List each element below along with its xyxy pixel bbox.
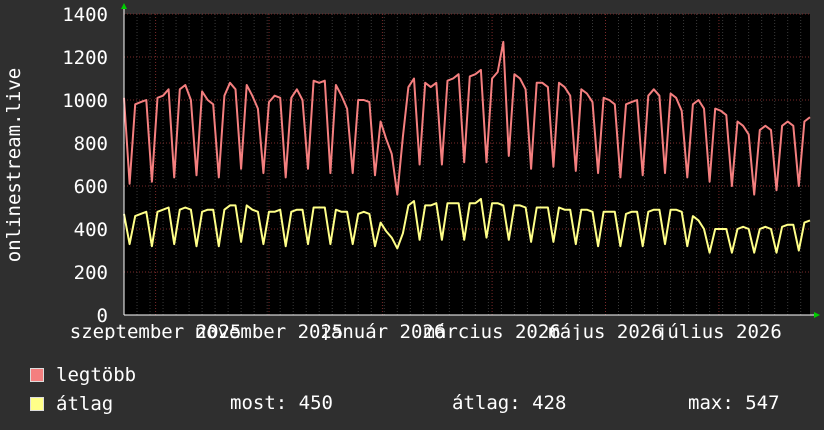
legend-label-max: legtöbb xyxy=(56,364,137,386)
chart: 0200400600800100012001400szeptember 2025… xyxy=(3,3,820,340)
x-tick-label: március 2026 xyxy=(423,321,560,340)
legend-item-avg: átlag xyxy=(30,393,114,415)
x-tick-label: július 2026 xyxy=(656,321,782,340)
y-axis-label: onlinestream.live xyxy=(3,68,25,262)
legend-label-avg: átlag xyxy=(56,393,114,415)
x-axis-arrow xyxy=(814,312,820,318)
y-tick-label: 1000 xyxy=(62,90,108,112)
legend-item-max: legtöbb xyxy=(30,364,137,386)
y-tick-label: 1200 xyxy=(62,47,108,69)
y-tick-label: 600 xyxy=(74,176,108,198)
stat-now: most: 450 xyxy=(230,392,333,414)
y-tick-label: 200 xyxy=(74,262,108,284)
y-tick-label: 400 xyxy=(74,219,108,241)
plot-background xyxy=(124,14,810,315)
x-tick-label: május 2026 xyxy=(548,321,662,340)
y-tick-label: 800 xyxy=(74,133,108,155)
stat-max: max: 547 xyxy=(688,392,780,414)
y-axis-arrow xyxy=(121,3,127,9)
stat-average: átlag: 428 xyxy=(452,392,567,414)
legend-swatch-avg xyxy=(30,397,44,411)
legend-swatch-max xyxy=(30,368,44,382)
y-tick-label: 1400 xyxy=(62,4,108,26)
